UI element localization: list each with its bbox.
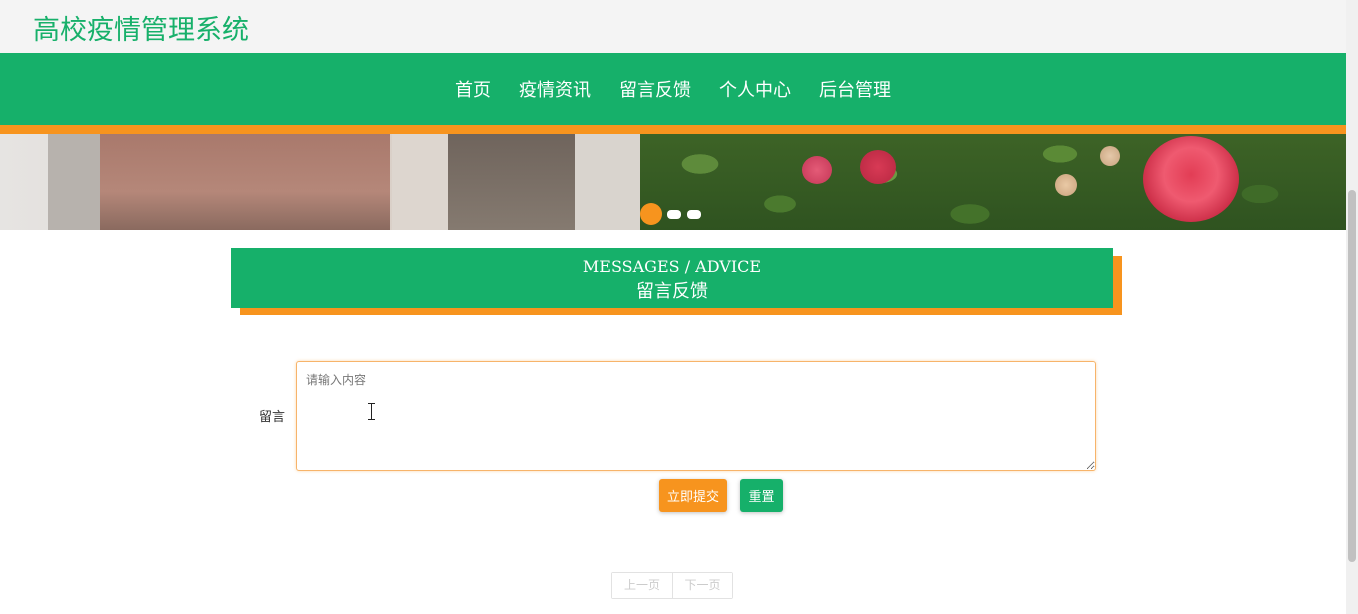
- page-scrollbar[interactable]: [1346, 0, 1358, 614]
- nav-item-profile[interactable]: 个人中心: [719, 76, 791, 102]
- reset-button[interactable]: 重置: [740, 479, 783, 512]
- carousel-dot-3[interactable]: [687, 209, 701, 219]
- banner-flower-bud: [1100, 146, 1120, 166]
- banner-carousel: [0, 134, 1346, 230]
- scrollbar-thumb[interactable]: [1348, 190, 1356, 562]
- pagination: 上一页 下一页: [611, 572, 733, 599]
- submit-button[interactable]: 立即提交: [659, 479, 727, 512]
- banner-flower: [1143, 136, 1239, 222]
- banner-building: [392, 134, 452, 230]
- banner-flower: [802, 156, 832, 184]
- site-title[interactable]: 高校疫情管理系统: [33, 8, 249, 47]
- message-label: 留言: [259, 410, 286, 425]
- carousel-dot-1[interactable]: [640, 203, 662, 225]
- carousel-dot-2[interactable]: [667, 209, 681, 219]
- nav-item-home[interactable]: 首页: [455, 76, 491, 102]
- nav-item-news[interactable]: 疫情资讯: [519, 76, 591, 102]
- banner-building: [48, 134, 106, 230]
- nav-accent-strip: [0, 125, 1346, 134]
- message-textarea[interactable]: [296, 361, 1096, 471]
- banner-foliage: [640, 134, 1346, 230]
- nav-item-feedback[interactable]: 留言反馈: [619, 76, 691, 102]
- carousel-indicators: [640, 203, 707, 225]
- top-title-bar: 高校疫情管理系统: [0, 0, 1346, 53]
- page: 高校疫情管理系统 首页 疫情资讯 留言反馈 个人中心 后台管理 MESSAGES…: [0, 0, 1358, 614]
- next-page-button[interactable]: 下一页: [672, 573, 732, 598]
- banner-flower-bud: [1055, 174, 1077, 196]
- banner-building: [448, 134, 578, 230]
- main-nav: 首页 疫情资讯 留言反馈 个人中心 后台管理: [0, 53, 1346, 125]
- section-header: MESSAGES / ADVICE 留言反馈: [231, 248, 1113, 308]
- banner-building: [575, 134, 645, 230]
- section-title-cn: 留言反馈: [636, 281, 708, 302]
- banner-building: [100, 134, 390, 230]
- prev-page-button[interactable]: 上一页: [612, 573, 672, 598]
- banner-flower: [860, 150, 896, 184]
- section-title-en: MESSAGES / ADVICE: [582, 257, 762, 276]
- text-cursor-icon: [368, 403, 376, 420]
- nav-item-admin[interactable]: 后台管理: [819, 76, 891, 102]
